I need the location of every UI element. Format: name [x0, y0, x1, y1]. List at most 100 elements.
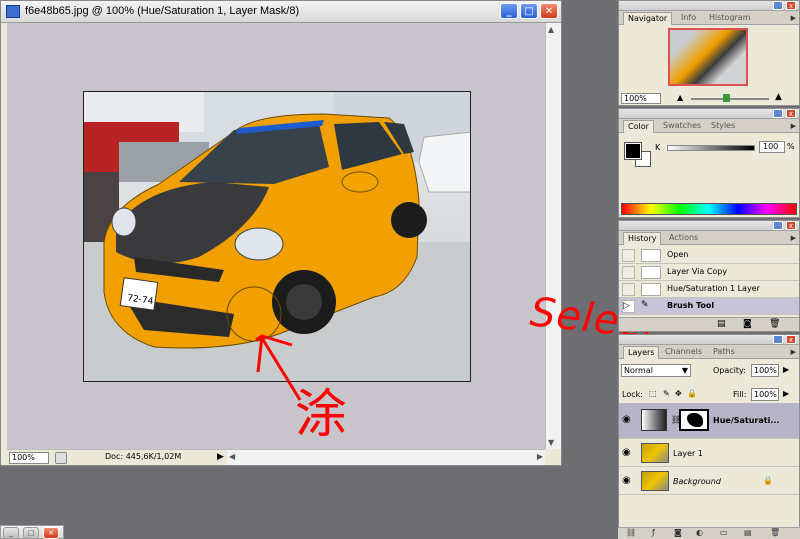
percent-unit: %: [787, 142, 795, 151]
fill-arrow-icon[interactable]: ▶: [783, 389, 789, 398]
fill-label: Fill:: [733, 390, 747, 399]
zoom-slider[interactable]: [691, 98, 769, 100]
history-item-label: Brush Tool: [667, 301, 715, 310]
layer-thumbnail[interactable]: [641, 443, 669, 463]
panel-minimize-icon[interactable]: _: [773, 335, 783, 344]
channel-label: K: [655, 143, 661, 152]
new-document-icon[interactable]: ▤: [717, 319, 726, 329]
lock-transparency-icon[interactable]: ⬚: [649, 389, 657, 398]
layers-panel: _ x Layers Channels Paths ▶ Normal ▼ Opa…: [618, 334, 800, 528]
history-item[interactable]: Hue/Saturation 1 Layer: [619, 281, 799, 298]
color-spectrum-bar[interactable]: [621, 203, 797, 215]
layer-mask-thumbnail[interactable]: [679, 409, 709, 431]
panel-minimize-icon[interactable]: _: [773, 1, 783, 10]
navigator-thumbnail[interactable]: [668, 28, 748, 86]
history-item[interactable]: Open: [619, 247, 799, 264]
history-tabs: History Actions ▶: [619, 231, 799, 245]
lock-label: Lock:: [622, 390, 643, 399]
navigator-zoom-field[interactable]: 100%: [621, 93, 661, 104]
k-slider[interactable]: [667, 145, 755, 151]
foreground-color-swatch[interactable]: [624, 142, 642, 160]
trash-icon[interactable]: 🗑: [770, 528, 780, 537]
tab-history[interactable]: History: [623, 232, 662, 245]
zoom-in-icon[interactable]: ▲: [775, 92, 782, 102]
tab-color[interactable]: Color: [623, 120, 654, 133]
panel-menu-icon[interactable]: ▶: [791, 14, 796, 22]
layer-row-background[interactable]: ◉ Background 🔒: [619, 467, 799, 495]
tab-channels[interactable]: Channels: [661, 346, 706, 359]
tab-paths[interactable]: Paths: [709, 346, 739, 359]
lock-move-icon[interactable]: ✥: [675, 389, 682, 398]
panel-close-icon[interactable]: x: [786, 1, 796, 10]
history-checkbox[interactable]: [622, 283, 635, 296]
layer-name[interactable]: Layer 1: [673, 449, 703, 458]
history-item-label: Layer Via Copy: [667, 267, 728, 276]
opacity-arrow-icon[interactable]: ▶: [783, 365, 789, 374]
layer-name[interactable]: Background: [673, 477, 721, 486]
visibility-eye-icon[interactable]: ◉: [622, 475, 631, 486]
layers-tabs: Layers Channels Paths ▶: [619, 345, 799, 359]
panel-grip[interactable]: _ x: [619, 109, 799, 119]
lock-paint-icon[interactable]: ✎: [663, 389, 670, 398]
opacity-field[interactable]: 100%: [751, 364, 779, 377]
tab-info[interactable]: Info: [677, 12, 700, 25]
layer-row-hue-saturation[interactable]: ◉ ⛓ Hue/Saturati...: [619, 403, 799, 439]
history-item[interactable]: Layer Via Copy: [619, 264, 799, 281]
blend-mode-value: Normal: [624, 366, 653, 375]
brush-tool-icon: ✎: [641, 300, 649, 310]
color-panel: _ x Color Swatches Styles ▶ K 100 %: [618, 108, 800, 218]
opacity-label: Opacity:: [713, 366, 746, 375]
panel-grip[interactable]: _ x: [619, 1, 799, 11]
zoom-slider-thumb[interactable]: [723, 94, 730, 102]
history-checkbox[interactable]: [622, 249, 635, 262]
zoom-out-icon[interactable]: ▲: [677, 93, 683, 102]
history-checkbox[interactable]: [622, 266, 635, 279]
tab-navigator[interactable]: Navigator: [623, 12, 673, 25]
link-layers-icon[interactable]: ⛓: [626, 528, 636, 537]
add-mask-icon[interactable]: ◙: [674, 528, 682, 537]
visibility-eye-icon[interactable]: ◉: [622, 447, 631, 458]
panel-minimize-icon[interactable]: _: [773, 109, 783, 118]
panel-close-icon[interactable]: x: [786, 335, 796, 344]
new-group-icon[interactable]: ▭: [720, 528, 728, 537]
tab-actions[interactable]: Actions: [665, 232, 702, 245]
channel-value-field[interactable]: 100: [759, 141, 785, 153]
trash-icon[interactable]: 🗑: [769, 319, 780, 329]
blend-mode-select[interactable]: Normal ▼: [621, 364, 691, 377]
navigator-panel: _ x Navigator Info Histogram ▶ 100% ▲ ▲: [618, 0, 800, 106]
history-brush-source-icon[interactable]: ▷: [622, 300, 635, 313]
panel-minimize-icon[interactable]: _: [773, 221, 783, 230]
lock-all-icon[interactable]: 🔒: [687, 389, 697, 398]
color-tabs: Color Swatches Styles ▶: [619, 119, 799, 133]
chevron-down-icon: ▼: [681, 366, 688, 375]
new-snapshot-icon[interactable]: ◙: [743, 319, 752, 329]
tab-layers[interactable]: Layers: [623, 346, 660, 359]
history-panel: _ x History Actions ▶ Open Layer Via Cop…: [618, 220, 800, 332]
fill-field[interactable]: 100%: [751, 388, 779, 401]
panel-grip[interactable]: _ x: [619, 221, 799, 231]
layer-name[interactable]: Hue/Saturati...: [713, 416, 779, 425]
lock-icon: 🔒: [763, 476, 773, 485]
history-item-label: Hue/Saturation 1 Layer: [667, 284, 760, 293]
adjustment-layer-thumbnail[interactable]: [641, 409, 667, 431]
history-doc-icon: [641, 283, 661, 296]
tab-histogram[interactable]: Histogram: [705, 12, 755, 25]
layer-row-layer-1[interactable]: ◉ Layer 1: [619, 439, 799, 467]
panel-close-icon[interactable]: x: [786, 109, 796, 118]
visibility-eye-icon[interactable]: ◉: [622, 414, 631, 425]
new-layer-icon[interactable]: ▤: [744, 528, 752, 537]
layers-footer: ⛓ ƒ ◙ ◐ ▭ ▤ 🗑: [618, 527, 800, 539]
tab-swatches[interactable]: Swatches: [659, 120, 705, 133]
history-item-selected[interactable]: ▷ ✎ Brush Tool: [619, 298, 799, 315]
panel-close-icon[interactable]: x: [786, 221, 796, 230]
panel-menu-icon[interactable]: ▶: [791, 234, 796, 242]
layer-thumbnail[interactable]: [641, 471, 669, 491]
history-footer: ▤ ◙ 🗑: [619, 317, 799, 331]
adjustment-layer-icon[interactable]: ◐: [696, 528, 703, 537]
tab-styles[interactable]: Styles: [707, 120, 739, 133]
history-doc-icon: [641, 249, 661, 262]
layer-style-icon[interactable]: ƒ: [652, 528, 655, 537]
panel-grip[interactable]: _ x: [619, 335, 799, 345]
panel-menu-icon[interactable]: ▶: [791, 122, 796, 130]
panel-menu-icon[interactable]: ▶: [791, 348, 796, 356]
